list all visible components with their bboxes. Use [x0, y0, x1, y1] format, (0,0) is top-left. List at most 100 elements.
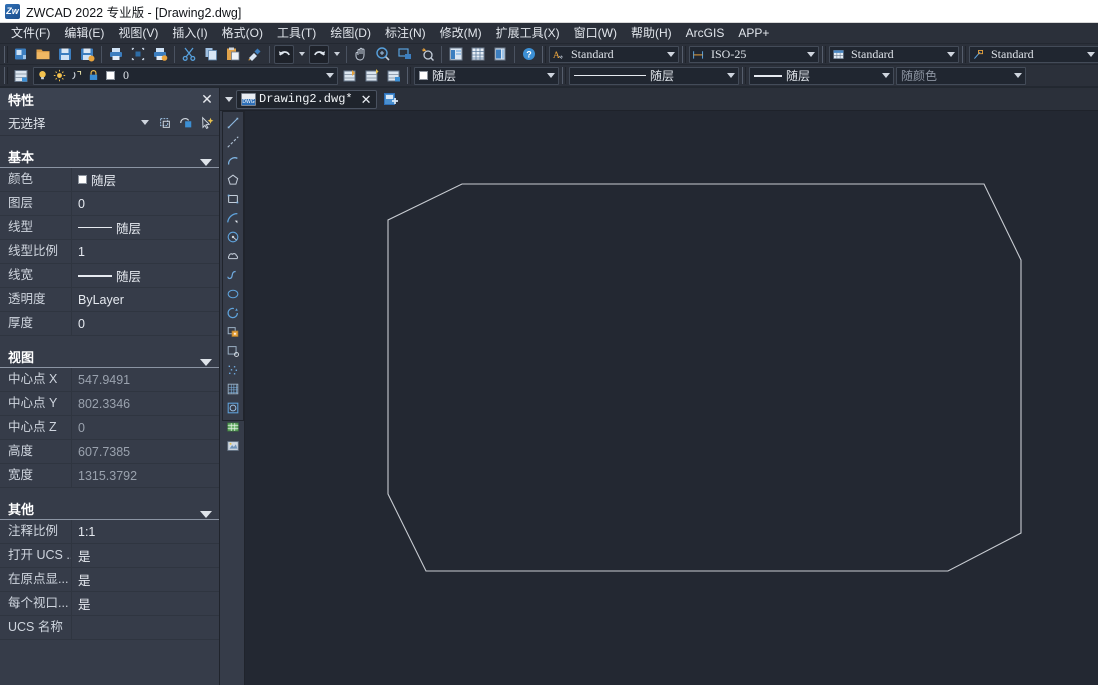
menu-arcgis[interactable]: ArcGIS — [679, 23, 732, 43]
menu-help[interactable]: 帮助(H) — [624, 23, 679, 43]
polyline-tool[interactable] — [223, 151, 243, 170]
chevron-down-icon[interactable] — [199, 159, 213, 166]
cut-button[interactable] — [179, 45, 199, 64]
chevron-down-icon[interactable] — [1011, 68, 1025, 83]
menu-express[interactable]: 扩展工具(X) — [489, 23, 567, 43]
property-row[interactable]: 线宽 随层 — [0, 264, 219, 288]
undo-dropdown-button[interactable] — [296, 45, 307, 64]
property-value[interactable]: 随层 — [72, 170, 219, 189]
property-row[interactable]: 注释比例 1:1 — [0, 520, 219, 544]
line-tool[interactable] — [223, 113, 243, 132]
chevron-down-icon[interactable] — [944, 47, 958, 62]
section-misc-header[interactable]: 其他 — [0, 496, 219, 520]
gradient-tool[interactable] — [223, 398, 243, 417]
rectangle-tool[interactable] — [223, 189, 243, 208]
redo-button[interactable] — [309, 44, 329, 64]
property-row[interactable]: 透明度 ByLayer — [0, 288, 219, 312]
paste-button[interactable] — [223, 45, 243, 64]
chevron-down-icon[interactable] — [724, 68, 738, 83]
chevron-down-icon[interactable] — [199, 511, 213, 518]
new-drawing-button[interactable] — [382, 90, 401, 108]
make-object-layer-current-button[interactable] — [340, 66, 360, 85]
layer-properties-manager-button[interactable] — [11, 66, 31, 85]
property-row[interactable]: 颜色 随层 — [0, 168, 219, 192]
menu-dimension[interactable]: 标注(N) — [378, 23, 433, 43]
property-value[interactable]: 1 — [72, 245, 219, 259]
document-list-chevron-icon[interactable] — [222, 96, 236, 102]
property-row[interactable]: 中心点 X 547.9491 — [0, 368, 219, 392]
spline-tool[interactable] — [223, 265, 243, 284]
ellipse-arc-tool[interactable] — [223, 303, 243, 322]
property-row[interactable]: 中心点 Y 802.3346 — [0, 392, 219, 416]
property-row[interactable]: 高度 607.7385 — [0, 440, 219, 464]
property-value[interactable]: 是 — [72, 594, 219, 613]
property-value[interactable]: 是 — [72, 546, 219, 565]
toolbar-grip[interactable] — [742, 67, 746, 84]
open-button[interactable] — [33, 45, 53, 64]
menu-window[interactable]: 窗口(W) — [567, 23, 624, 43]
ellipse-tool[interactable] — [223, 284, 243, 303]
plot-preview-button[interactable] — [128, 45, 148, 64]
menu-appplus[interactable]: APP+ — [731, 23, 776, 43]
lock-icon[interactable] — [85, 69, 102, 82]
properties-list[interactable]: 基本 颜色 随层 图层 0 线型 随层 线型比例 1 线宽 随层 透明度 ByLayer 厚度 0 视图 中心点… — [0, 136, 219, 685]
chevron-down-icon[interactable] — [544, 68, 558, 83]
close-icon[interactable]: ✕ — [359, 92, 374, 107]
layer-states-button[interactable] — [384, 66, 404, 85]
zoom-realtime-button[interactable] — [417, 45, 437, 64]
arc-tool[interactable] — [223, 208, 243, 227]
toolbar-grip[interactable] — [682, 45, 686, 63]
property-value[interactable]: 0 — [72, 317, 219, 331]
toolbar-grip[interactable] — [542, 45, 546, 63]
redo-dropdown-button[interactable] — [331, 45, 342, 64]
construction-line-tool[interactable] — [223, 132, 243, 151]
pick-cursor-icon[interactable] — [197, 114, 216, 132]
insert-block-tool[interactable] — [223, 322, 243, 341]
property-value[interactable]: 1315.3792 — [72, 469, 219, 483]
property-value[interactable]: ByLayer — [72, 293, 219, 307]
match-properties-button[interactable] — [245, 45, 265, 64]
properties-palette-button[interactable] — [446, 45, 466, 64]
menu-tools[interactable]: 工具(T) — [270, 23, 323, 43]
zoom-window-button[interactable] — [373, 45, 393, 64]
publish-button[interactable] — [150, 45, 170, 64]
property-row[interactable]: 线型比例 1 — [0, 240, 219, 264]
tool-palettes-button[interactable] — [490, 45, 510, 64]
menu-insert[interactable]: 插入(I) — [165, 23, 214, 43]
select-objects-button[interactable] — [176, 114, 195, 132]
property-value[interactable]: 0 — [72, 421, 219, 435]
pan-button[interactable] — [351, 45, 371, 64]
region-tool[interactable] — [223, 436, 243, 455]
copy-button[interactable] — [201, 45, 221, 64]
chevron-down-icon[interactable] — [323, 68, 337, 83]
menu-modify[interactable]: 修改(M) — [433, 23, 489, 43]
menu-file[interactable]: 文件(F) — [4, 23, 57, 43]
property-value[interactable]: 随层 — [72, 266, 219, 285]
property-row[interactable]: 每个视口... 是 — [0, 592, 219, 616]
table-tool[interactable] — [223, 417, 243, 436]
property-value[interactable]: 1:1 — [72, 525, 219, 539]
quick-select-button[interactable] — [155, 114, 174, 132]
menu-draw[interactable]: 绘图(D) — [323, 23, 378, 43]
help-button[interactable]: ? — [519, 45, 539, 64]
menu-view[interactable]: 视图(V) — [111, 23, 165, 43]
lineweight-combo[interactable]: 随层 — [749, 66, 894, 85]
text-style-combo[interactable]: A Standard — [549, 45, 679, 63]
design-center-button[interactable] — [468, 45, 488, 64]
plot-style-combo[interactable]: 随颜色 — [896, 66, 1026, 85]
color-combo[interactable]: 随层 — [414, 66, 559, 85]
drawing-canvas[interactable] — [245, 111, 1098, 685]
chamfered-rectangle-polyline[interactable] — [387, 183, 1022, 572]
property-row[interactable]: 厚度 0 — [0, 312, 219, 336]
property-value[interactable]: 607.7385 — [72, 445, 219, 459]
close-icon[interactable]: ✕ — [199, 91, 215, 107]
hatch-tool[interactable] — [223, 379, 243, 398]
linetype-combo[interactable]: 随层 — [569, 66, 739, 85]
chevron-down-icon[interactable] — [137, 120, 153, 125]
layer-previous-button[interactable] — [362, 66, 382, 85]
property-value[interactable]: 547.9491 — [72, 373, 219, 387]
undo-button[interactable] — [274, 44, 294, 64]
polygon-tool[interactable] — [223, 170, 243, 189]
property-row[interactable]: 宽度 1315.3792 — [0, 464, 219, 488]
property-row[interactable]: 图层 0 — [0, 192, 219, 216]
